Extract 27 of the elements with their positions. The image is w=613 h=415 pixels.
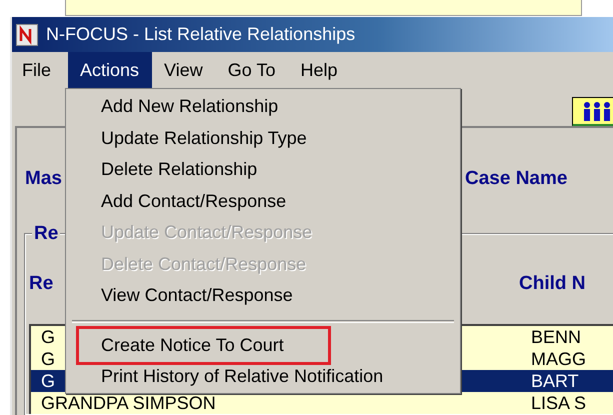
menu-item[interactable]: Update Relationship Type xyxy=(66,122,460,154)
menu-item[interactable]: Help xyxy=(292,52,350,88)
menu-item[interactable]: File xyxy=(14,52,64,88)
app-logo-icon xyxy=(16,24,38,46)
table-cell: BART xyxy=(531,372,579,390)
table-cell: G xyxy=(41,328,56,346)
table-cell: G xyxy=(41,350,56,368)
window-title: N-FOCUS - List Relative Relationships xyxy=(46,24,356,45)
menu-item[interactable]: View xyxy=(156,52,216,88)
menu-item[interactable]: Add Contact/Response xyxy=(66,186,460,217)
table-cell: LISA S xyxy=(531,394,586,412)
field-label: Case Name xyxy=(465,168,568,190)
menu-item[interactable]: Go To xyxy=(220,52,288,88)
column-header: Re xyxy=(29,273,54,295)
table-cell: MAGG xyxy=(531,350,586,368)
people-icon-button[interactable] xyxy=(572,97,613,127)
table-cell: GRANDPA SIMPSON xyxy=(41,394,216,412)
menu-item[interactable]: Add New Relationship xyxy=(66,91,460,122)
table-cell: G xyxy=(41,372,56,390)
menu-item[interactable]: Actions xyxy=(68,52,152,88)
table-cell: BENN xyxy=(531,328,582,346)
people-icon xyxy=(582,101,612,121)
menu-item[interactable]: Delete Relationship xyxy=(66,154,460,186)
field-label: Mas xyxy=(25,168,62,190)
menu-item[interactable]: Print History of Relative Notification xyxy=(66,361,460,392)
column-header: Child N xyxy=(519,273,586,295)
menu-item[interactable]: View Contact/Response xyxy=(66,280,460,312)
